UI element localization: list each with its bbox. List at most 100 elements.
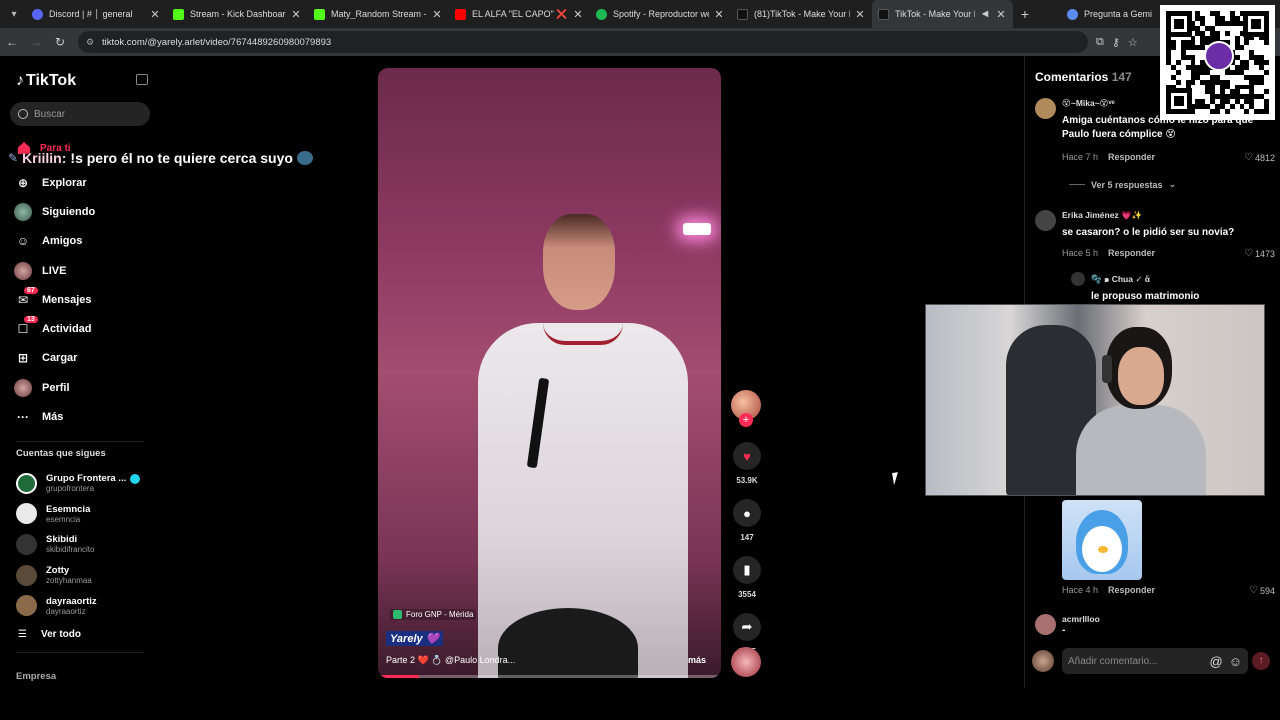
back-button[interactable]: ←: [0, 35, 24, 49]
avatar[interactable]: [1035, 210, 1056, 231]
emoji-icon[interactable]: ☺: [1229, 654, 1242, 669]
comment-like-button[interactable]: ♡ 1473: [1244, 248, 1275, 259]
following-account[interactable]: Skibidi skibidifrancito: [16, 529, 140, 560]
comment-input[interactable]: Añadir comentario... @ ☺: [1062, 648, 1248, 674]
save-count: 3554: [738, 590, 756, 599]
site-info-icon[interactable]: ⚙: [86, 37, 98, 48]
avatar[interactable]: [1035, 614, 1056, 635]
comment-time: Hace 4 h: [1062, 585, 1099, 595]
video-player[interactable]: Foro GNP - Mérida Yarely 💜 Parte 2 ❤️ 💍 …: [378, 68, 721, 678]
sidebar-item-activity[interactable]: ☐ 13 Actividad: [14, 314, 95, 343]
comment-author[interactable]: acmrllloo: [1062, 614, 1100, 624]
chevron-down-icon: ⌄: [1168, 179, 1177, 189]
new-tab-button[interactable]: +: [1013, 6, 1037, 22]
like-count: 53.9K: [736, 476, 758, 485]
video-location-tag[interactable]: Foro GNP - Mérida: [390, 609, 477, 620]
sidebar-item-label: Perfil: [42, 381, 70, 394]
comment-like-button[interactable]: ♡ 594: [1249, 585, 1275, 596]
tiktok-note-icon: ♪: [16, 72, 24, 89]
sidebar-item-explore[interactable]: ⊕ Explorar: [14, 168, 95, 197]
tab-label: Spotify - Reproductor web: [613, 9, 709, 19]
address-bar[interactable]: ⚙ tiktok.com/@yarely.arlet/video/7674489…: [78, 31, 1088, 53]
tab-spotify[interactable]: Spotify - Reproductor web ✕: [590, 0, 731, 28]
following-account[interactable]: Grupo Frontera ... grupofrontera: [16, 468, 141, 499]
mention-icon[interactable]: @: [1210, 654, 1223, 669]
avatar: [16, 564, 37, 586]
close-icon[interactable]: ✕: [290, 8, 302, 21]
following-account[interactable]: dayraaortiz dayraaortiz: [16, 590, 140, 621]
video-progress-fill: [378, 675, 420, 678]
sidebar-item-following[interactable]: Siguiendo: [14, 197, 95, 226]
account-name: Zotty: [46, 565, 70, 577]
close-icon[interactable]: ✕: [713, 8, 725, 21]
speaker-icon[interactable]: ◄: [979, 8, 991, 20]
comment-author[interactable]: Erika Jiménez 💗✨: [1062, 210, 1142, 221]
tab-discord[interactable]: Discord | # │ general ✕: [26, 0, 167, 28]
avatar: [1032, 650, 1054, 672]
close-icon[interactable]: ✕: [572, 8, 584, 21]
sidebar-item-messages[interactable]: ✉ 67 Mensajes: [14, 285, 95, 314]
follow-plus-icon[interactable]: +: [739, 413, 753, 427]
like-button[interactable]: ♥: [733, 442, 761, 470]
tab-tiktok-1[interactable]: (81)TikTok - Make Your Da ✕: [731, 0, 872, 28]
company-link[interactable]: Empresa: [16, 671, 56, 682]
save-button[interactable]: ▮: [733, 556, 761, 584]
translate-icon[interactable]: ⧉: [1096, 36, 1104, 49]
tab-label: Discord | # │ general: [49, 9, 133, 19]
close-icon[interactable]: ✕: [995, 8, 1007, 21]
music-disc-icon[interactable]: [731, 647, 761, 677]
sidebar-item-upload[interactable]: ⊞ Cargar: [14, 344, 95, 373]
see-all-button[interactable]: ☰ Ver todo: [18, 629, 81, 640]
send-button[interactable]: ↑: [1252, 652, 1270, 670]
following-avatar-icon: [14, 202, 32, 221]
comment-like-count: 4812: [1254, 152, 1275, 163]
forward-button[interactable]: →: [24, 35, 48, 49]
tab-search-icon[interactable]: ▾: [2, 0, 26, 28]
view-replies-label: Ver 5 respuestas: [1091, 179, 1163, 190]
share-button[interactable]: ➦: [733, 613, 761, 641]
tab-kick-stream[interactable]: Maty_Random Stream - W ✕: [308, 0, 449, 28]
comment-like-button[interactable]: ♡ 4812: [1244, 152, 1275, 163]
comment-author[interactable]: 🫧 ๑ Chua ✓ ἄ: [1091, 272, 1150, 286]
sidebar-item-live[interactable]: LIVE: [14, 256, 95, 285]
tab-kick-dashboard[interactable]: Stream - Kick Dashboard ✕: [167, 0, 308, 28]
activity-badge: 13: [24, 316, 38, 324]
video-progress-bar[interactable]: [378, 675, 721, 678]
comment-button[interactable]: ●: [733, 499, 761, 527]
more-button[interactable]: más: [688, 655, 706, 665]
account-handle: grupofrontera: [46, 484, 95, 494]
bookmark-star-icon[interactable]: ☆: [1128, 36, 1138, 49]
reply-button[interactable]: Responder: [1108, 152, 1155, 162]
tab-label: EL ALFA "EL CAPO" ❌ NO: [472, 8, 568, 19]
headset-icon: [1102, 355, 1112, 383]
tiktok-logo[interactable]: ♪ TikTok: [16, 72, 76, 90]
qr-finder: [1166, 11, 1192, 37]
creator-avatar[interactable]: +: [731, 390, 761, 427]
comment-author[interactable]: 😵~Mika~😵ᵛᵉ: [1062, 98, 1115, 109]
close-icon[interactable]: ✕: [149, 8, 161, 21]
divider: [16, 441, 144, 442]
close-icon[interactable]: ✕: [854, 8, 866, 21]
view-replies-button[interactable]: Ver 5 respuestas ⌄: [1069, 179, 1176, 190]
avatar[interactable]: [1071, 272, 1085, 286]
following-account[interactable]: Zotty zottyhanmaa: [16, 560, 140, 591]
following-account[interactable]: Esemncia esemncia: [16, 499, 140, 530]
close-icon[interactable]: ✕: [431, 8, 443, 21]
tab-tiktok-active[interactable]: TikTok - Make Your Da ◄ ✕: [872, 0, 1013, 28]
description-text[interactable]: Parte 2 ❤️ 💍 @Paulo Londra...: [386, 655, 515, 666]
sidebar-item-profile[interactable]: Perfil: [14, 373, 95, 402]
sidebar-item-friends[interactable]: ☺ Amigos: [14, 227, 95, 256]
key-icon[interactable]: ⚷: [1112, 36, 1120, 49]
sticker-image: [1062, 500, 1142, 580]
search-input[interactable]: Buscar: [10, 102, 150, 126]
gemini-button[interactable]: Pregunta a Gemi: [1067, 8, 1152, 20]
reply-button[interactable]: Responder: [1108, 585, 1155, 595]
tab-youtube[interactable]: EL ALFA "EL CAPO" ❌ NO ✕: [449, 0, 590, 28]
collapse-sidebar-icon[interactable]: [136, 74, 148, 85]
avatar[interactable]: [1035, 98, 1056, 119]
heart-outline-icon: ♡: [1244, 152, 1253, 163]
reload-button[interactable]: ↻: [48, 35, 72, 49]
tab-label: TikTok - Make Your Da: [895, 9, 975, 19]
reply-button[interactable]: Responder: [1108, 248, 1155, 258]
sidebar-item-more[interactable]: ··· Más: [14, 402, 95, 431]
